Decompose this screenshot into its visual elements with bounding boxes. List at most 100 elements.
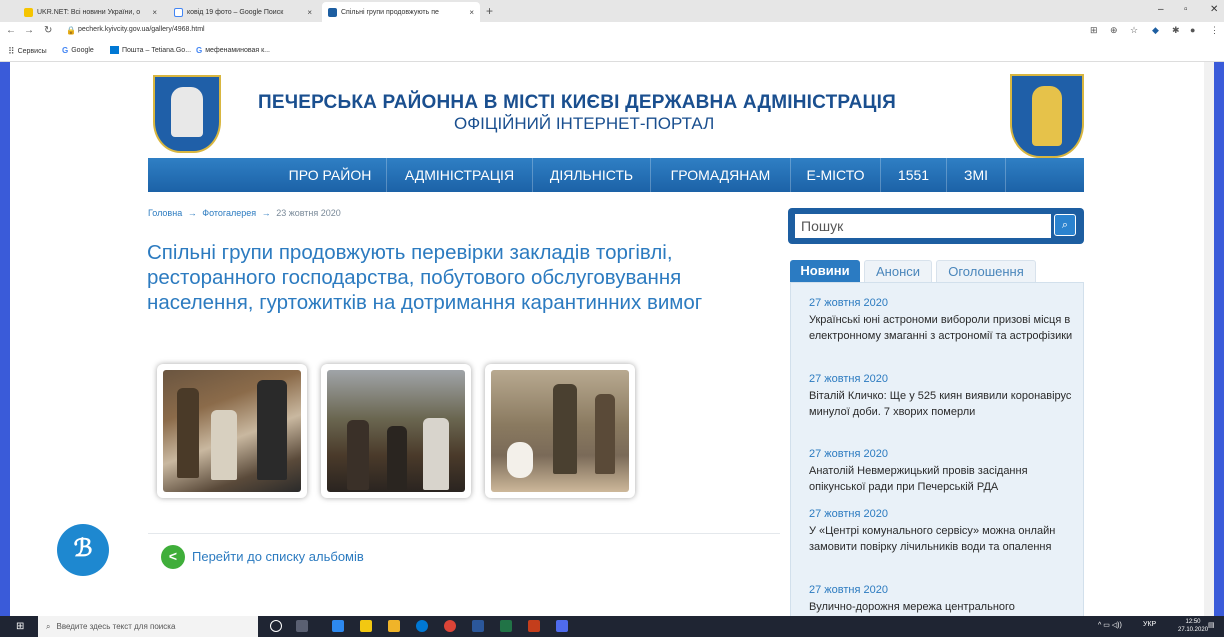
tray-language[interactable]: УКР [1143,621,1156,628]
menu-item-e-city[interactable]: Е-МІСТО [790,158,880,192]
back-to-albums-link[interactable]: Перейти до списку альбомів [192,549,364,564]
news-item[interactable]: 27 жовтня 2020 Українські юні астрономи … [809,297,1073,344]
chrome-icon[interactable] [444,620,456,632]
kyiv-coat-of-arms-icon[interactable] [1010,74,1084,158]
tab-notices[interactable]: Оголошення [936,260,1036,282]
photo-image [327,370,465,492]
gallery-photo-2[interactable] [321,364,471,498]
outlook-icon [110,46,119,54]
news-date: 27 жовтня 2020 [809,508,888,520]
photo-person [595,394,615,474]
forward-arrow-icon[interactable]: → [24,25,34,36]
page-scrollbar[interactable] [1204,62,1214,616]
file-explorer-icon[interactable] [388,620,400,632]
new-tab-icon[interactable]: + [486,4,493,18]
back-arrow-icon[interactable]: ← [6,25,16,36]
accessibility-hearing-icon[interactable]: ℬ [57,524,109,576]
bookmark-label: Сервисы [17,48,47,55]
menu-item-citizens[interactable]: ГРОМАДЯНАМ [650,158,790,192]
news-item[interactable]: 27 жовтня 2020 У «Центрі комунального се… [809,508,1073,555]
task-view-icon[interactable] [296,620,308,632]
tab-close-icon[interactable]: × [152,8,157,17]
bookmark-google[interactable]: G Google [62,46,94,55]
search-icon[interactable]: ⌕ [1054,214,1076,236]
profile-icon[interactable]: ● [1190,25,1195,35]
gallery-photo-1[interactable] [157,364,307,498]
menu-item-media[interactable]: ЗМІ [946,158,1006,192]
windows-start-icon[interactable]: ⊞ [16,621,24,632]
excel-icon[interactable] [500,620,512,632]
news-text[interactable]: Анатолій Невмержицький провів засідання … [809,463,1073,495]
menu-item-activity[interactable]: ДІЯЛЬНІСТЬ [532,158,650,192]
translate-icon[interactable]: ⊞ [1090,25,1098,36]
close-window-icon[interactable]: ✕ [1210,4,1218,15]
apps-grid-icon: ⠿ [8,46,15,56]
minimize-icon[interactable]: – [1158,4,1164,15]
news-item[interactable]: 27 жовтня 2020 Анатолій Невмержицький пр… [809,448,1073,495]
breadcrumb-home[interactable]: Головна [148,208,182,218]
news-text[interactable]: Віталій Кличко: Ще у 525 киян виявили ко… [809,388,1073,420]
news-date: 27 жовтня 2020 [809,448,888,460]
back-arrow-icon[interactable]: < [161,545,185,569]
menu-item-about[interactable]: ПРО РАЙОН [274,158,386,192]
site-favicon-icon [328,7,337,17]
photo-person [257,380,287,480]
word-icon[interactable] [472,620,484,632]
tray-icons[interactable]: ^ ▭ ◁)) [1098,621,1122,629]
photo-person [211,410,237,480]
zoom-icon[interactable]: ⊕ [1110,25,1118,36]
tab-label: Спільні групи продовжують пе [341,8,439,16]
tab-announcements[interactable]: Анонси [864,260,932,282]
maximize-icon[interactable]: ▫ [1184,4,1188,15]
breadcrumb-gallery[interactable]: Фотогалерея [202,208,256,218]
saint-figure [171,87,203,137]
breadcrumb-arrow-icon: → [261,208,271,218]
photos-icon[interactable] [556,620,568,632]
news-item[interactable]: 27 жовтня 2020 Віталій Кличко: Ще у 525 … [809,373,1073,420]
powerpoint-icon[interactable] [528,620,540,632]
tab-news[interactable]: Новини [790,260,860,282]
notifications-icon[interactable]: ▤ [1208,621,1215,629]
lock-icon[interactable]: 🔒 [66,26,76,35]
browser-tab-ukrnet[interactable]: UKR.NET: Всі новини України, о × [18,2,163,22]
tab-close-icon[interactable]: × [469,8,474,17]
photo-image [491,370,629,492]
news-date: 27 жовтня 2020 [809,584,888,596]
ukrnet-favicon-icon [24,7,33,17]
bookmark-search[interactable]: G мефенаминовая к... [196,46,270,55]
browser-tab-active[interactable]: Спільні групи продовжують пе × [322,2,480,22]
star-icon[interactable]: ☆ [1130,25,1138,36]
cortana-icon[interactable] [270,620,282,632]
pechersk-coat-of-arms-icon[interactable] [153,75,221,153]
google-icon: G [62,46,69,55]
news-text[interactable]: У «Центрі комунального сервісу» можна он… [809,523,1073,555]
url-field[interactable]: pecherk.kyivcity.gov.ua/gallery/4968.htm… [78,26,205,33]
bookmark-apps[interactable]: ⠿ Сервисы [8,46,47,57]
edge-icon[interactable] [416,620,428,632]
gallery-photo-3[interactable] [485,364,635,498]
news-date: 27 жовтня 2020 [809,297,888,309]
menu-item-administration[interactable]: АДМІНІСТРАЦІЯ [386,158,532,192]
store-icon[interactable] [360,620,372,632]
photo-person [347,420,369,490]
menu-dots-icon[interactable]: ⋮ [1210,25,1219,36]
photo-decoration [507,442,533,478]
tab-close-icon[interactable]: × [307,8,312,17]
news-text[interactable]: Українські юні астрономи вибороли призов… [809,312,1073,344]
news-date: 27 жовтня 2020 [809,373,888,385]
site-title[interactable]: ПЕЧЕРСЬКА РАЙОННА В МІСТІ КИЄВІ ДЕРЖАВНА… [258,92,896,114]
news-item[interactable]: 27 жовтня 2020 Вулично-дорожня мережа це… [809,584,1073,615]
taskbar-clock[interactable]: 12:50 27.10.2020 [1178,618,1208,634]
desktop-icon[interactable] [332,620,344,632]
breadcrumb: Головна → Фотогалерея → 23 жовтня 2020 [148,208,341,218]
search-input[interactable] [795,214,1051,238]
bookmark-mail[interactable]: Пошта – Tetiana.Go... [110,46,191,54]
main-menu: ПРО РАЙОН АДМІНІСТРАЦІЯ ДІЯЛЬНІСТЬ ГРОМА… [148,158,1084,192]
puzzle-icon[interactable]: ✱ [1172,25,1180,36]
news-text[interactable]: Вулично-дорожня мережа центрального [809,599,1073,615]
reload-icon[interactable]: ↻ [44,25,52,36]
menu-item-1551[interactable]: 1551 [880,158,946,192]
taskbar-search[interactable]: ⌕ Введите здесь текст для поиска [38,616,258,637]
extension-icon[interactable]: ◆ [1152,25,1159,36]
browser-tab-google[interactable]: ковід 19 фото – Google Поиск × [168,2,318,22]
